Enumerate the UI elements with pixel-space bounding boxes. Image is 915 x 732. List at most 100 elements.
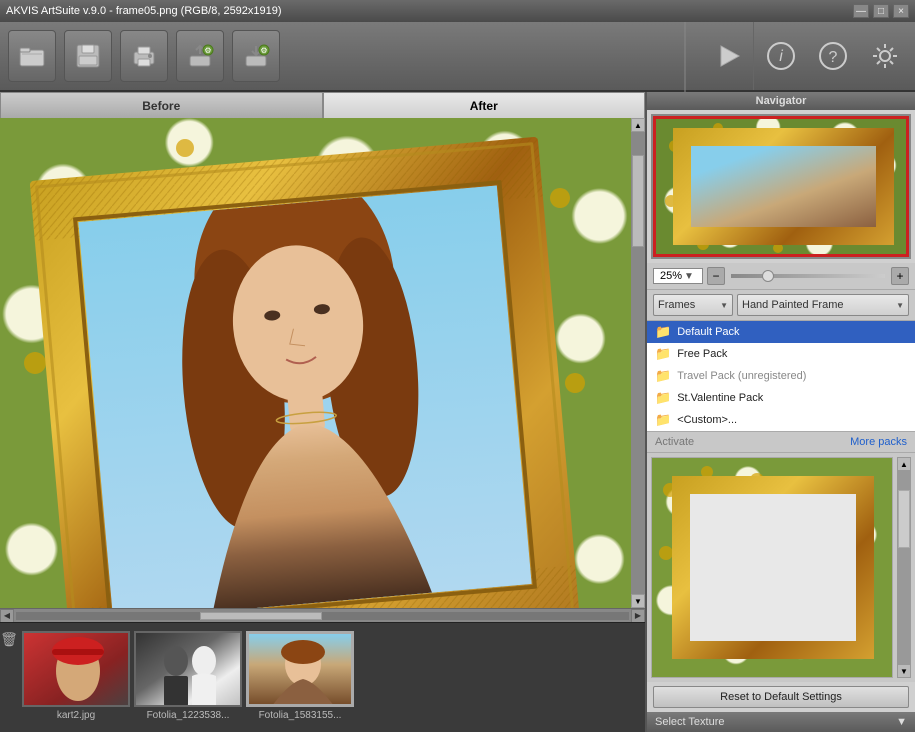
view-tabs: Before After [0, 92, 645, 118]
toolbar-separator-line [675, 22, 695, 92]
canvas-area: Before After [0, 92, 645, 732]
zoom-in-button[interactable]: + [891, 267, 909, 285]
download-button[interactable]: ⚙ [232, 30, 280, 82]
film-label-3: Fotolia_1583155... [259, 710, 342, 721]
film-label-1: kart2.jpg [57, 710, 95, 721]
activate-button[interactable]: Activate [655, 436, 694, 448]
preview-scroll-thumb[interactable] [898, 490, 910, 548]
help-button[interactable]: ? [811, 34, 855, 78]
film-thumb-2[interactable] [134, 631, 242, 707]
frame-selector: Frames ▼ Hand Painted Frame ▼ [647, 290, 915, 321]
filmstrip-item-3[interactable]: Fotolia_1583155... [246, 631, 354, 724]
scroll-thumb[interactable] [632, 155, 644, 247]
filmstrip: 🗑 [0, 622, 645, 732]
tab-before[interactable]: Before [0, 92, 323, 118]
pack-item-free[interactable]: 📁 Free Pack [647, 343, 915, 365]
mini-frame [672, 476, 874, 659]
frame-name-dropdown[interactable]: Hand Painted Frame ▼ [737, 294, 909, 316]
right-panel: Navigator 25% [645, 92, 915, 732]
film-label-2: Fotolia_1223538... [147, 710, 230, 721]
pack-actions: Activate More packs [647, 431, 915, 453]
scroll-up-arrow[interactable]: ▲ [631, 118, 645, 132]
film-image-2 [136, 633, 242, 707]
svg-text:⚙: ⚙ [204, 46, 211, 55]
navigator-preview [651, 114, 911, 259]
pack-item-valentine[interactable]: 📁 St.Valentine Pack [647, 387, 915, 409]
film-thumb-3[interactable] [246, 631, 354, 707]
titlebar: AKVIS ArtSuite v.9.0 - frame05.png (RGB/… [0, 0, 915, 22]
zoom-slider-thumb[interactable] [762, 270, 774, 282]
zoom-slider-track [731, 274, 885, 278]
close-button[interactable]: × [893, 4, 909, 18]
filmstrip-items: kart2.jpg [18, 623, 645, 732]
canvas-vertical-scrollbar[interactable]: ▲ ▼ [631, 118, 645, 608]
filmstrip-item-1[interactable]: kart2.jpg [22, 631, 130, 724]
play-button[interactable] [707, 34, 751, 78]
maximize-button[interactable]: □ [873, 4, 889, 18]
frame-preview-area: ▲ ▼ [647, 453, 915, 682]
pack-folder-icon-valentine: 📁 [655, 390, 671, 406]
zoom-out-button[interactable]: − [707, 267, 725, 285]
settings-button[interactable] [863, 34, 907, 78]
save-button[interactable] [64, 30, 112, 82]
main-layout: Before After [0, 92, 915, 732]
h-scroll-track[interactable] [16, 612, 629, 620]
toolbar-divider [753, 22, 755, 90]
svg-text:i: i [779, 48, 783, 65]
scroll-track[interactable] [631, 132, 645, 594]
frame-preview-box [651, 457, 893, 678]
scroll-down-arrow[interactable]: ▼ [631, 594, 645, 608]
pack-list: 📁 Default Pack 📁 Free Pack 📁 Travel Pack… [647, 321, 915, 431]
delete-photo-icon[interactable]: 🗑 [0, 631, 18, 648]
mini-frame-inner [690, 494, 856, 641]
frame-type-dropdown[interactable]: Frames ▼ [653, 294, 733, 316]
upload-button[interactable]: ⚙ [176, 30, 224, 82]
pack-name-default: Default Pack [677, 326, 739, 338]
open-button[interactable] [8, 30, 56, 82]
preview-vertical-scrollbar[interactable]: ▲ ▼ [897, 457, 911, 678]
film-thumb-1[interactable] [22, 631, 130, 707]
pack-folder-icon-free: 📁 [655, 346, 671, 362]
pack-item-travel[interactable]: 📁 Travel Pack (unregistered) [647, 365, 915, 387]
select-texture-bar[interactable]: Select Texture ▼ [647, 712, 915, 732]
film-image-3 [249, 634, 354, 707]
window-controls[interactable]: — □ × [853, 4, 909, 18]
pack-name-travel: Travel Pack (unregistered) [677, 370, 806, 382]
canvas-viewport[interactable] [0, 118, 631, 608]
filmstrip-sidebar: 🗑 [0, 623, 18, 732]
more-packs-link[interactable]: More packs [850, 436, 907, 448]
frame-type-arrow: ▼ [720, 301, 728, 310]
frame-name-arrow: ▼ [896, 301, 904, 310]
navigator-frame-inner [691, 146, 876, 227]
pack-item-default[interactable]: 📁 Default Pack [647, 321, 915, 343]
preview-scroll-down[interactable]: ▼ [897, 664, 911, 678]
navigator-frame [673, 128, 894, 245]
info-button[interactable]: i [759, 34, 803, 78]
filmstrip-item-2[interactable]: Fotolia_1223538... [134, 631, 242, 724]
pack-folder-icon-default: 📁 [655, 324, 671, 340]
navigator-header: Navigator [647, 92, 915, 110]
zoom-dropdown-arrow[interactable]: ▼ [684, 271, 694, 282]
pack-folder-icon-travel: 📁 [655, 368, 671, 384]
pack-item-custom[interactable]: 📁 <Custom>... [647, 409, 915, 431]
preview-scroll-up[interactable]: ▲ [897, 457, 911, 471]
zoom-value: 25% [660, 270, 682, 282]
toolbar: ⚙ ⚙ i ? [0, 22, 915, 92]
canvas-with-scrollbar: ▲ ▼ [0, 118, 645, 608]
frame-inner-photo [78, 185, 531, 608]
preview-scroll-track[interactable] [897, 471, 911, 664]
scroll-right-arrow[interactable]: ▶ [631, 609, 645, 623]
pack-name-valentine: St.Valentine Pack [677, 392, 763, 404]
tab-after[interactable]: After [323, 92, 646, 118]
print-button[interactable] [120, 30, 168, 82]
reset-button[interactable]: Reset to Default Settings [653, 686, 909, 708]
pack-folder-icon-custom: 📁 [655, 412, 671, 428]
canvas-horizontal-scrollbar[interactable]: ◀ ▶ [0, 608, 645, 622]
h-scroll-thumb[interactable] [200, 612, 323, 620]
scroll-left-arrow[interactable]: ◀ [0, 609, 14, 623]
svg-text:⚙: ⚙ [260, 46, 267, 55]
minimize-button[interactable]: — [853, 4, 869, 18]
pack-name-free: Free Pack [677, 348, 727, 360]
zoom-controls: 25% ▼ − + [647, 263, 915, 290]
zoom-slider[interactable] [731, 274, 885, 278]
